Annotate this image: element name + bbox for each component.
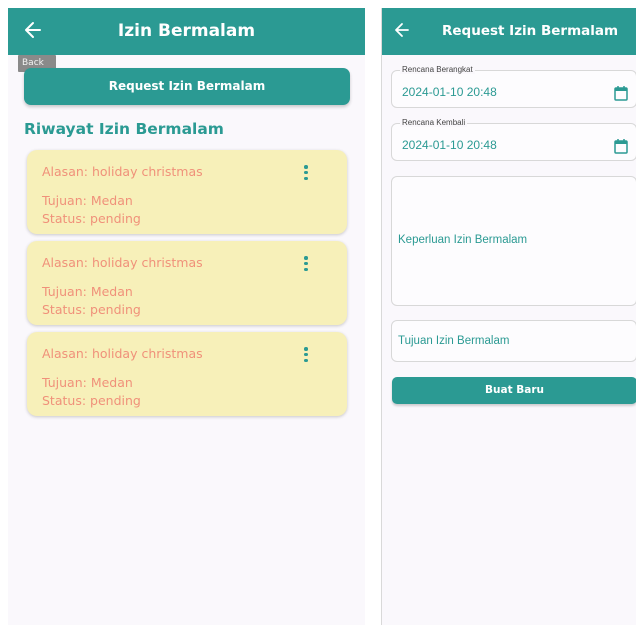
more-vert-icon[interactable] (301, 347, 311, 367)
calendar-icon[interactable] (614, 138, 628, 154)
tujuan-text: Tujuan: Medan (42, 284, 133, 299)
page-title: Izin Bermalam (117, 21, 256, 41)
rencana-kembali-field[interactable]: Rencana Kembali 2024-01-10 20:48 (391, 118, 636, 161)
back-arrow-icon[interactable] (394, 18, 410, 42)
tujuan-text: Tujuan: Medan (42, 375, 133, 390)
list-item[interactable]: Alasan: holiday christmas Tujuan: Medan … (27, 241, 347, 325)
app-bar: Izin Bermalam (8, 8, 365, 55)
alasan-text: Alasan: holiday christmas (42, 164, 203, 179)
keperluan-textarea[interactable]: Keperluan Izin Bermalam (391, 176, 636, 306)
field-label: Rencana Kembali (400, 118, 468, 127)
request-izin-screen: Request Izin Bermalam Rencana Berangkat … (381, 8, 636, 625)
buat-baru-button[interactable]: Buat Baru (392, 377, 636, 404)
more-vert-icon[interactable] (301, 165, 311, 185)
calendar-icon[interactable] (614, 85, 628, 101)
field-label: Rencana Berangkat (400, 65, 475, 74)
list-item[interactable]: Alasan: holiday christmas Tujuan: Medan … (27, 332, 347, 416)
list-item[interactable]: Alasan: holiday christmas Tujuan: Medan … (27, 150, 347, 234)
app-bar: Request Izin Bermalam (382, 8, 636, 55)
tujuan-text: Tujuan: Medan (42, 193, 133, 208)
alasan-text: Alasan: holiday christmas (42, 255, 203, 270)
tujuan-placeholder: Tujuan Izin Bermalam (398, 335, 510, 347)
keperluan-placeholder: Keperluan Izin Bermalam (398, 234, 528, 246)
more-vert-icon[interactable] (301, 256, 311, 276)
section-title: Riwayat Izin Bermalam (24, 120, 224, 138)
tujuan-input[interactable]: Tujuan Izin Bermalam (391, 320, 636, 362)
rencana-berangkat-field[interactable]: Rencana Berangkat 2024-01-10 20:48 (391, 65, 636, 108)
field-value: 2024-01-10 20:48 (402, 138, 497, 152)
status-text: Status: pending (42, 393, 141, 408)
request-izin-button[interactable]: Request Izin Bermalam (24, 68, 350, 105)
status-text: Status: pending (42, 302, 141, 317)
alasan-text: Alasan: holiday christmas (42, 346, 203, 361)
field-value: 2024-01-10 20:48 (402, 85, 497, 99)
izin-bermalam-screen: Izin Bermalam Back Request Izin Bermalam… (8, 8, 365, 625)
status-text: Status: pending (42, 211, 141, 226)
page-title: Request Izin Bermalam (442, 23, 619, 39)
